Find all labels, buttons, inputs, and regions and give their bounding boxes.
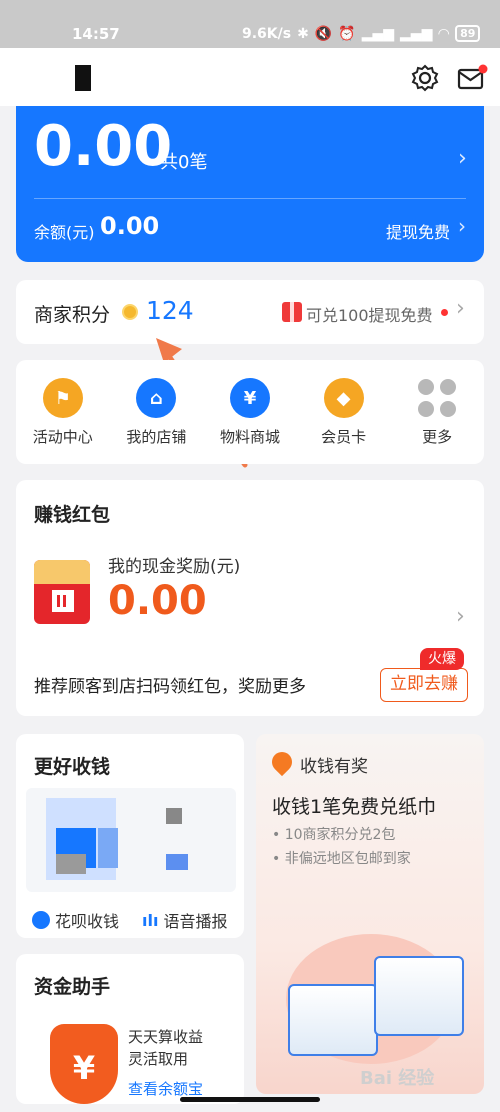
menu-item-label: 活动中心 — [32, 428, 93, 446]
redacted-title — [75, 65, 91, 91]
tissue-box-image — [288, 984, 378, 1056]
menu-item-activity-center[interactable]: ⚑ 活动中心 — [18, 378, 108, 447]
withdraw-link[interactable]: 提现免费 — [386, 219, 450, 243]
menu-item-label: 物料商城 — [219, 428, 280, 446]
points-value: 124 — [146, 296, 194, 325]
more-icon — [417, 378, 457, 418]
store-icon: ⌂ — [136, 378, 177, 418]
promo-card[interactable]: 收钱有奖 收钱1笔免费兑纸巾 • 10商家积分兑2包 • 非偏远地区包邮到家 — [256, 734, 484, 1094]
mute-icon: 🔇 — [314, 25, 333, 42]
coin-icon — [122, 304, 138, 320]
diamond-icon: ◆ — [323, 378, 364, 418]
feature-label: 语音播报 — [163, 912, 228, 931]
feature-huabei[interactable]: 花呗收钱 — [32, 908, 119, 932]
chevron-right-icon: › — [458, 146, 467, 171]
fund-line: 天天算收益 — [128, 1028, 204, 1046]
section-title: 更好收钱 — [34, 756, 111, 778]
home-indicator[interactable] — [180, 1097, 320, 1102]
view-yuebao-link[interactable]: 查看余额宝 — [128, 1078, 203, 1099]
notification-dot — [441, 309, 448, 316]
gift-icon — [282, 302, 302, 322]
status-time: 14:57 — [72, 25, 120, 43]
cart-icon: ¥ — [229, 378, 270, 418]
fund-line: 灵活取用 — [128, 1050, 189, 1068]
section-title: 赚钱红包 — [34, 504, 111, 526]
earn-now-button[interactable]: 立即去赚 — [380, 668, 468, 702]
reward-value: 0.00 — [108, 578, 207, 624]
recommend-text: 推荐顾客到店扫码领红包，奖励更多 — [34, 677, 306, 697]
wifi-icon: ◠ — [438, 25, 450, 42]
flame-icon — [267, 747, 297, 777]
menu-item-more[interactable]: 更多 — [392, 378, 482, 447]
income-card[interactable]: 0.00 共0笔 › 余额(元) 0.00 提现免费 › — [16, 106, 484, 262]
preview-image — [26, 788, 236, 892]
feature-voice[interactable]: ılı 语音播报 — [142, 908, 227, 932]
huabei-icon — [32, 911, 50, 929]
feature-label: 花呗收钱 — [55, 912, 120, 931]
mail-icon[interactable] — [456, 63, 488, 93]
menu-item-my-store[interactable]: ⌂ 我的店铺 — [111, 378, 201, 447]
points-label: 商家积分 — [34, 304, 111, 326]
promo-header: 收钱有奖 — [300, 757, 368, 777]
balance-label: 余额(元) — [34, 223, 95, 242]
battery-icon: 89 — [455, 25, 481, 42]
menu-item-label: 我的店铺 — [126, 428, 187, 446]
watermark: Bai 经验 — [360, 1068, 435, 1089]
status-bar: 14:57 9.6K/s ✱ 🔇 ⏰ ▂▄▆ ▂▄▆ ◠ 89 — [0, 0, 500, 48]
chevron-right-icon: › — [456, 296, 465, 321]
voice-icon: ılı — [142, 910, 159, 930]
red-envelope-icon — [34, 560, 90, 624]
app-header — [0, 48, 500, 106]
menu-item-label: 更多 — [422, 428, 453, 446]
menu-item-member-card[interactable]: ◆ 会员卡 — [299, 378, 389, 447]
section-title: 资金助手 — [34, 976, 111, 998]
tissue-box-image — [374, 956, 464, 1036]
fund-helper-card[interactable]: 资金助手 ¥ 天天算收益 灵活取用 查看余额宝 — [16, 954, 244, 1104]
bluetooth-icon: ✱ — [297, 25, 309, 42]
menu-item-material-mall[interactable]: ¥ 物料商城 — [205, 378, 295, 447]
income-amount: 0.00 — [34, 114, 173, 179]
quick-menu: ⚑ 活动中心 ⌂ 我的店铺 ¥ 物料商城 ◆ 会员卡 更多 — [16, 360, 484, 464]
menu-item-label: 会员卡 — [321, 428, 367, 446]
income-count: 共0笔 — [160, 152, 208, 173]
hot-badge: 火爆 — [420, 648, 464, 670]
reward-label: 我的现金奖励(元) — [108, 557, 241, 577]
alarm-icon: ⏰ — [338, 25, 356, 42]
net-speed: 9.6K/s — [242, 25, 292, 42]
signal-icon: ▂▄▆ — [361, 25, 395, 42]
better-receive-card[interactable]: 更好收钱 花呗收钱 ılı 语音播报 — [16, 734, 244, 938]
flag-icon: ⚑ — [42, 378, 83, 418]
promo-line: • 10商家积分兑2包 — [272, 827, 396, 843]
money-bag-icon: ¥ — [50, 1024, 118, 1104]
promo-line: • 非偏远地区包邮到家 — [272, 851, 411, 867]
gear-icon[interactable] — [410, 63, 440, 93]
signal2-icon: ▂▄▆ — [400, 25, 433, 42]
balance-value: 0.00 — [100, 212, 160, 240]
chevron-right-icon[interactable]: › — [456, 604, 465, 629]
red-packet-card: 赚钱红包 我的现金奖励(元) 0.00 › 推荐顾客到店扫码领红包，奖励更多 立… — [16, 480, 484, 716]
divider — [34, 198, 466, 199]
points-promo[interactable]: 可兑100提现免费 — [306, 302, 433, 326]
chevron-right-icon: › — [458, 214, 466, 238]
promo-title: 收钱1笔免费兑纸巾 — [272, 796, 437, 818]
status-indicators: 9.6K/s ✱ 🔇 ⏰ ▂▄▆ ▂▄▆ ◠ 89 — [242, 25, 481, 42]
